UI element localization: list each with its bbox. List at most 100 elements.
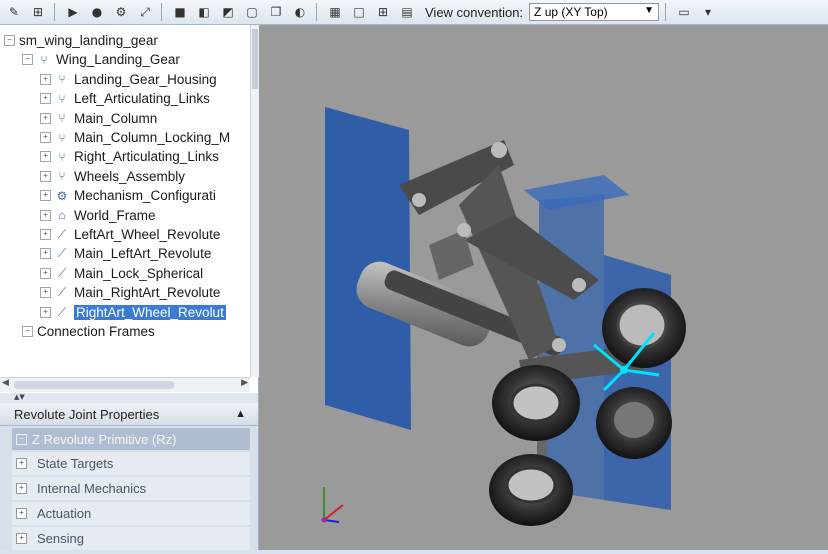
expand-icon[interactable]: + <box>40 112 51 124</box>
tree-item[interactable]: + ⑂ Landing_Gear_Housing <box>40 70 217 89</box>
tree-vertical-scrollbar[interactable] <box>250 25 259 377</box>
expand-icon[interactable]: + <box>16 483 27 494</box>
tree-item[interactable]: + ⟋ Main_RightArt_Revolute <box>40 283 220 302</box>
tree-item[interactable]: + ⑂ Wheels_Assembly <box>40 167 185 186</box>
wheel-hub[interactable] <box>616 301 668 349</box>
tree-icon[interactable]: ⊞ <box>28 3 48 21</box>
tree-item[interactable]: + ⟋ Main_Lock_Spherical <box>40 264 203 283</box>
dropdown-icon[interactable]: ▾ <box>698 3 718 21</box>
link-pin[interactable] <box>457 223 471 237</box>
tree-item-label: Landing_Gear_Housing <box>74 71 217 87</box>
prop-item-internal-mechanics[interactable]: + Internal Mechanics <box>12 477 250 500</box>
expand-icon[interactable]: − <box>4 35 15 46</box>
revolute-primitive-group[interactable]: − Z Revolute Primitive (Rz) <box>12 428 250 450</box>
transparency-icon[interactable]: ◐ <box>290 3 310 21</box>
toolbar-separator <box>316 3 317 21</box>
expand-icon[interactable]: + <box>16 458 27 469</box>
wheel-hub[interactable] <box>510 383 562 423</box>
link-pin[interactable] <box>552 338 566 352</box>
scroll-left-icon[interactable]: ◀ <box>2 378 9 388</box>
expand-icon[interactable]: + <box>40 209 51 221</box>
wire-icon[interactable]: ▢ <box>242 3 262 21</box>
tree-item-label: World_Frame <box>74 207 156 223</box>
expand-icon[interactable]: + <box>16 508 27 519</box>
expand-icon[interactable]: + <box>16 533 27 544</box>
copy-icon[interactable]: ❐ <box>266 3 286 21</box>
scroll-thumb[interactable] <box>14 381 174 389</box>
scroll-right-icon[interactable]: ▶ <box>241 378 248 388</box>
expand-icon[interactable]: − <box>22 326 33 337</box>
solid-icon[interactable]: ■ <box>170 3 190 21</box>
tree-item[interactable]: − Connection Frames <box>22 322 155 341</box>
tree-item-label: Main_LeftArt_Revolute <box>74 246 212 262</box>
tree-item-label: Main_RightArt_Revolute <box>74 285 221 301</box>
tree-item[interactable]: + ⟋ LeftArt_Wheel_Revolute <box>40 225 220 244</box>
tree-item-label: LeftArt_Wheel_Revolute <box>74 227 221 242</box>
expand-icon[interactable]: + <box>40 93 51 105</box>
tree-item-label: Wheels_Assembly <box>74 168 186 184</box>
tree-item[interactable]: + ⑂ Left_Articulating_Links <box>40 89 210 108</box>
tree-item[interactable]: + ⑂ Right_Articulating_Links <box>40 147 219 166</box>
split-view-icon[interactable]: ⊞ <box>373 3 393 21</box>
gear-icon[interactable]: ⚙ <box>111 3 131 21</box>
3d-viewport[interactable] <box>259 25 828 550</box>
view-convention-select[interactable]: Z up (XY Top) ▼ <box>529 3 660 21</box>
left-pane: − sm_wing_landing_gear − ⑂ Wing_Landing_Gear… <box>0 25 259 550</box>
subsystem-icon: ⑂ <box>40 52 48 67</box>
expand-icon[interactable]: + <box>40 287 51 299</box>
joint-icon: ⟋ <box>57 304 67 319</box>
tree-item[interactable]: + ⟋ Main_LeftArt_Revolute <box>40 244 211 263</box>
expand-icon[interactable]: + <box>40 229 51 240</box>
wheel-hub[interactable] <box>614 402 654 438</box>
toolbar-separator <box>665 3 667 21</box>
expand-icon[interactable]: + <box>40 248 51 260</box>
wheel-hub[interactable] <box>505 466 557 504</box>
multi-view-icon[interactable]: ▤ <box>397 3 417 21</box>
frame-icon[interactable]: ◧ <box>194 3 214 21</box>
tree-item[interactable]: + ⌂ World_Frame <box>40 206 156 225</box>
expand-icon[interactable]: + <box>40 73 51 85</box>
link-pin[interactable] <box>491 142 507 158</box>
scroll-thumb[interactable] <box>252 29 258 89</box>
tree-item[interactable]: + ⚙ Mechanism_Configurati <box>40 186 216 205</box>
expand-icon[interactable]: + <box>40 306 51 318</box>
prop-item-sensing[interactable]: + Sensing <box>12 527 250 550</box>
view-convention-label: View convention: <box>425 4 524 20</box>
tree-horizontal-scrollbar[interactable]: ◀ ▶ <box>0 377 250 392</box>
expand-icon[interactable]: + <box>40 190 51 202</box>
prop-item-state-targets[interactable]: + State Targets <box>12 452 250 475</box>
tree-item-label: Connection Frames <box>37 324 155 339</box>
grid-icon[interactable]: ▦ <box>325 3 345 21</box>
fit-icon[interactable]: ⤢ <box>135 3 155 21</box>
single-view-icon[interactable]: □ <box>349 3 369 21</box>
expand-icon[interactable]: + <box>40 267 51 279</box>
prop-item-actuation[interactable]: + Actuation <box>12 502 250 525</box>
new-icon[interactable]: ✎ <box>4 3 24 21</box>
link-pin[interactable] <box>572 278 586 292</box>
collapse-icon[interactable]: ▲ <box>235 408 246 420</box>
expand-icon[interactable]: + <box>40 170 51 182</box>
landing-gear-model[interactable] <box>259 25 828 550</box>
chevron-down-icon: ▼ <box>644 5 655 16</box>
stop-icon[interactable]: ● <box>87 3 107 21</box>
pane-splitter[interactable]: ▲▼ <box>0 393 258 403</box>
tree-item[interactable]: + ⟋ RightArt_Wheel_Revolut <box>40 303 226 322</box>
tree-item[interactable]: + ⑂ Main_Column_Locking_M <box>40 128 230 147</box>
locking-link[interactable] <box>429 230 474 280</box>
properties-title: Revolute Joint Properties <box>14 406 160 422</box>
expand-icon[interactable]: + <box>40 132 51 143</box>
play-icon[interactable]: ▶ <box>63 3 83 21</box>
window-icon[interactable]: ▭ <box>674 3 694 21</box>
view-icon[interactable]: ◩ <box>218 3 238 21</box>
tree-item[interactable]: + ⑂ Main_Column <box>40 109 157 128</box>
tree-item[interactable]: − sm_wing_landing_gear <box>4 31 158 50</box>
prop-item-label: Internal Mechanics <box>37 481 147 496</box>
expand-icon[interactable]: − <box>22 54 33 66</box>
collapse-box-icon[interactable]: − <box>16 433 27 445</box>
subsystem-icon: ⑂ <box>58 169 66 184</box>
link-pin[interactable] <box>412 193 426 207</box>
splitter-arrows-icon: ▲▼ <box>14 393 25 401</box>
axis-triad <box>321 487 344 523</box>
tree-item[interactable]: − ⑂ Wing_Landing_Gear <box>22 50 180 69</box>
expand-icon[interactable]: + <box>40 151 51 163</box>
